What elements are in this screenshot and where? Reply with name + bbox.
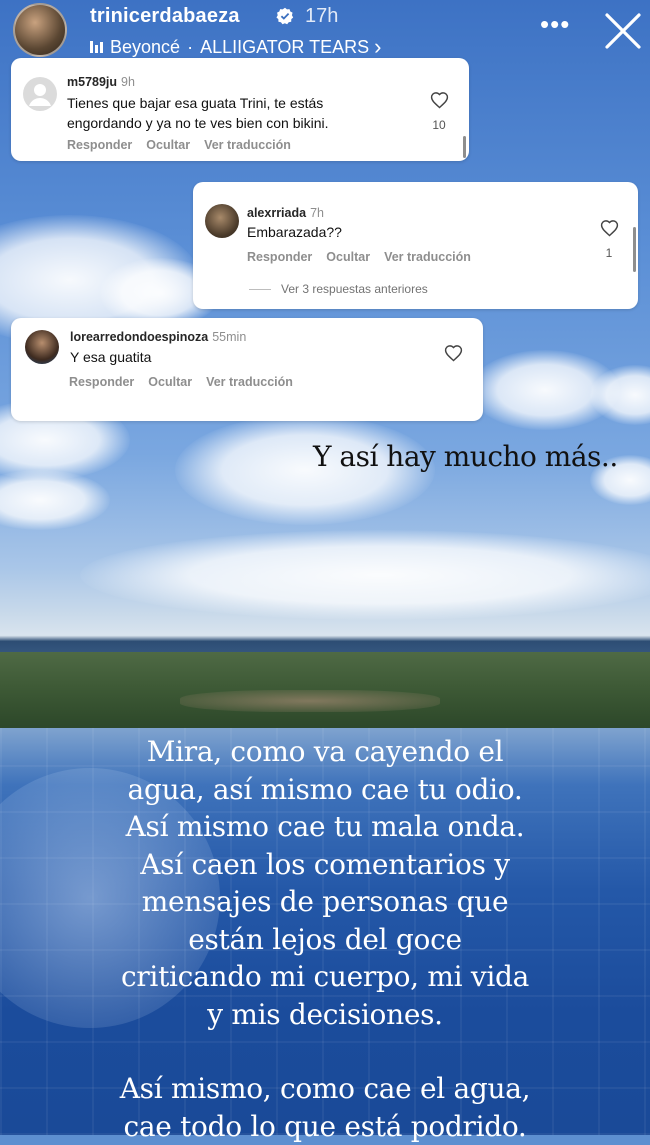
text-line: Así caen los comentarios y [40,846,610,884]
music-sticker[interactable]: Beyoncé · ALLIIGATOR TEARS › [90,34,381,60]
reply-button[interactable]: Responder [67,138,132,152]
verified-badge-icon [276,7,294,25]
music-separator: · [187,37,193,58]
text-line: mensajes de personas que [40,883,610,921]
story-overlay-text-bottom: Mira, como va cayendo el agua, así mismo… [40,733,610,1145]
text-line: Mira, como va cayendo el [40,733,610,771]
text-line: criticando mi cuerpo, mi vida [40,958,610,996]
text-line: agua, así mismo cae tu odio. [40,771,610,809]
text-line: cae todo lo que está podrido. [40,1108,610,1145]
comment-card: lorearredondoespinoza55min Y esa guatita… [11,318,483,421]
reply-button[interactable]: Responder [69,375,134,389]
story-header: trinicerdabaeza 17h Beyoncé · ALLIIGATOR… [0,0,650,62]
cloud [80,530,650,620]
story-time: 17h [305,5,338,28]
music-bars-icon [90,41,103,53]
hide-button[interactable]: Ocultar [146,138,190,152]
default-avatar-icon [23,77,57,111]
comment-username[interactable]: lorearredondoespinoza55min [70,330,246,344]
text-line: están lejos del goce [40,921,610,959]
comment-username[interactable]: m5789ju9h [67,75,135,89]
text-line: Así mismo, como cae el agua, [40,1070,610,1108]
like-count: 1 [599,246,619,260]
comment-text: Y esa guatita [70,347,151,367]
see-translation-button[interactable]: Ver traducción [206,375,293,389]
more-options-button[interactable]: ••• [540,14,570,34]
close-icon[interactable] [603,11,643,51]
like-count: 10 [429,118,449,132]
comment-username[interactable]: alexrriada7h [247,206,324,220]
comment-avatar[interactable] [23,77,57,111]
comment-avatar[interactable] [25,330,59,364]
story-username[interactable]: trinicerdabaeza [90,5,240,28]
divider [249,289,271,290]
hide-button[interactable]: Ocultar [148,375,192,389]
comment-avatar[interactable] [205,204,239,238]
story-overlay-text-top: Y así hay mucho más.. [313,440,618,473]
see-translation-button[interactable]: Ver traducción [204,138,291,152]
profile-avatar[interactable] [13,3,67,57]
view-previous-replies[interactable]: Ver 3 respuestas anteriores [249,282,428,296]
scrollbar[interactable] [633,227,636,272]
scrollbar[interactable] [463,136,466,158]
comment-text: Tienes que bajar esa guata Trini, te est… [67,93,329,133]
comment-card: m5789ju9h Tienes que bajar esa guata Tri… [11,58,469,161]
heart-outline-icon[interactable] [600,219,619,237]
comment-actions: Responder Ocultar Ver traducción [247,250,471,264]
reply-button[interactable]: Responder [247,250,312,264]
music-song: ALLIIGATOR TEARS [200,37,369,58]
music-artist: Beyoncé [110,37,180,58]
hide-button[interactable]: Ocultar [326,250,370,264]
comment-actions: Responder Ocultar Ver traducción [67,138,291,152]
cloud [0,470,110,530]
chevron-right-icon: › [374,34,381,60]
see-translation-button[interactable]: Ver traducción [384,250,471,264]
text-line: Así mismo cae tu mala onda. [40,808,610,846]
comment-text: Embarazada?? [247,222,342,242]
text-line: y mis decisiones. [40,996,610,1034]
heart-outline-icon[interactable] [444,344,463,362]
comment-actions: Responder Ocultar Ver traducción [69,375,293,389]
heart-outline-icon[interactable] [430,91,449,109]
comment-card: alexrriada7h Embarazada?? Responder Ocul… [193,182,638,309]
